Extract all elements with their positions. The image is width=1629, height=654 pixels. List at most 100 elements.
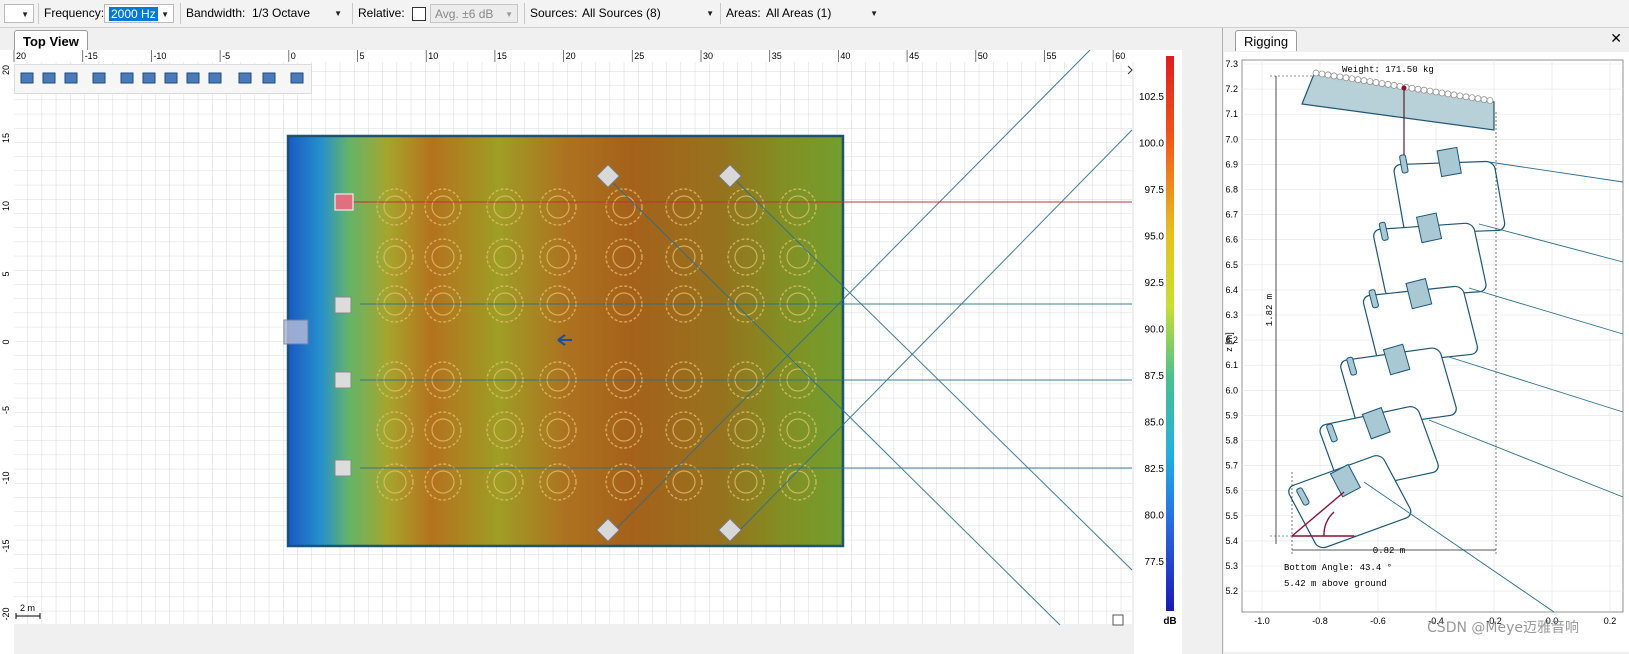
- chain-link: [1420, 86, 1428, 94]
- ruler-x-label: 45: [909, 51, 919, 61]
- z-tick-label: 5.6: [1225, 486, 1238, 496]
- z-tick-label: 7.1: [1225, 109, 1238, 119]
- sector-icon[interactable]: [162, 69, 180, 87]
- sub-source-marker[interactable]: [283, 319, 309, 345]
- sources-dropdown[interactable]: All Sources (8) ▼: [578, 4, 718, 23]
- ruler-x-label: 60: [1115, 51, 1125, 61]
- colorbar: 102.5 100.0 97.5 95.0 92.5 90.0 87.5 85.0 82.5 80…: [1134, 50, 1182, 654]
- ruler-x-label: 0: [291, 51, 296, 61]
- x-tick-label: -1.0: [1254, 616, 1270, 626]
- ruler-y-label: 5: [1, 271, 11, 276]
- tab-rigging[interactable]: Rigging: [1235, 30, 1298, 51]
- top-view-canvas[interactable]: 20 -15 -10 -5 0 5 10 15 20 25 30 35 40 45 50 55 60 20151…: [0, 50, 1182, 654]
- scale-label: 2 m: [20, 603, 35, 613]
- rectangle-icon[interactable]: [118, 69, 136, 87]
- colorbar-label: 97.5: [1145, 185, 1165, 196]
- resize-corner-icon[interactable]: [1112, 614, 1124, 626]
- separator: [180, 3, 181, 24]
- rigging-plot: 7.37.27.17.06.96.86.76.66.56.46.36.26.16…: [1224, 52, 1629, 652]
- chain-link: [1390, 81, 1398, 89]
- zoom-fit-icon[interactable]: [62, 69, 80, 87]
- trapezoid-icon[interactable]: [184, 69, 202, 87]
- close-icon[interactable]: ✕: [1610, 30, 1622, 47]
- source-marker[interactable]: [334, 193, 354, 211]
- colorbar-gradient: [1166, 56, 1174, 611]
- frequency-dropdown[interactable]: 2000 Hz ▼: [104, 4, 174, 23]
- chain-link: [1486, 97, 1494, 104]
- chevron-down-icon: ▼: [161, 10, 169, 19]
- z-tick-label: 6.9: [1225, 159, 1238, 169]
- tab-top-view[interactable]: Top View: [14, 30, 88, 51]
- x-tick-label: 0.2: [1604, 616, 1617, 626]
- areas-dropdown[interactable]: All Areas (1) ▼: [762, 4, 882, 23]
- ruler-x-label: 35: [772, 51, 782, 61]
- ruler-x-label: 30: [703, 51, 713, 61]
- chain-link: [1414, 85, 1422, 93]
- source-marker[interactable]: [334, 296, 352, 314]
- z-tick-label: 7.2: [1225, 84, 1238, 94]
- ruler-x-label: 20: [16, 51, 26, 61]
- chain-link: [1348, 75, 1356, 83]
- ruler-x-label: 5: [360, 51, 365, 61]
- probe-icon[interactable]: [288, 69, 306, 87]
- source-marker[interactable]: [334, 371, 352, 389]
- bandwidth-value: 1/3 Octave: [252, 6, 311, 20]
- chain-link: [1366, 78, 1374, 85]
- ruler-x-label: 20: [566, 51, 576, 61]
- measure-icon[interactable]: [260, 69, 278, 87]
- polygon-icon[interactable]: [206, 69, 224, 87]
- areas-value: All Areas (1): [766, 6, 832, 20]
- relative-checkbox[interactable]: [412, 7, 426, 21]
- avg-range-field: Avg. ±6 dB ▼: [430, 4, 518, 23]
- chevron-down-icon: ▼: [706, 9, 714, 18]
- bandwidth-dropdown[interactable]: 1/3 Octave ▼: [248, 4, 346, 23]
- z-tick-label: 6.8: [1225, 185, 1238, 195]
- width-dim-label: 0.82 m: [1373, 546, 1405, 556]
- select-area-icon[interactable]: [90, 69, 108, 87]
- colorbar-label: 85.0: [1145, 418, 1165, 429]
- ruler-x-label: 50: [978, 51, 988, 61]
- colorbar-label: 100.0: [1139, 139, 1164, 150]
- ruler-x-label: 25: [634, 51, 644, 61]
- relative-label: Relative:: [358, 6, 405, 20]
- frequency-label: Frequency:: [44, 6, 105, 20]
- arc-icon[interactable]: [140, 69, 158, 87]
- z-axis-label: z [m]: [1224, 332, 1234, 352]
- x-tick-label: -0.8: [1312, 616, 1328, 626]
- ruler-y-label: 0: [1, 339, 11, 344]
- chain-link: [1312, 69, 1320, 77]
- colorbar-label: 82.5: [1145, 464, 1165, 475]
- chain-link: [1432, 88, 1440, 96]
- colorbar-unit: dB: [1163, 616, 1176, 627]
- leading-dropdown[interactable]: ▼: [4, 4, 34, 23]
- z-tick-label: 5.2: [1225, 586, 1238, 596]
- chain-link: [1468, 94, 1476, 102]
- zoom-out-icon[interactable]: [40, 69, 58, 87]
- z-tick-label: 6.7: [1225, 210, 1238, 220]
- z-tick-label: 6.0: [1225, 385, 1238, 395]
- colorbar-label: 102.5: [1139, 92, 1164, 103]
- z-tick-label: 6.3: [1225, 310, 1238, 320]
- colorbar-label: 87.5: [1145, 371, 1165, 382]
- ruler-x-label: 40: [840, 51, 850, 61]
- ruler-x-label: 10: [428, 51, 438, 61]
- ruler-x-label: -10: [153, 51, 166, 61]
- chain-link: [1438, 89, 1446, 97]
- chain-link: [1354, 76, 1362, 83]
- chain-link: [1426, 87, 1434, 95]
- ruler-y-label: -10: [1, 471, 11, 484]
- zoom-in-icon[interactable]: [18, 69, 36, 87]
- cabinet-driver: [1436, 146, 1462, 178]
- z-tick-label: 6.6: [1225, 235, 1238, 245]
- curve-icon[interactable]: [236, 69, 254, 87]
- above-ground-text: 5.42 m above ground: [1284, 579, 1387, 589]
- chain-link: [1372, 79, 1380, 86]
- bandwidth-label: Bandwidth:: [186, 6, 246, 20]
- source-marker[interactable]: [334, 459, 352, 477]
- z-tick-label: 5.9: [1225, 410, 1238, 420]
- chain-link: [1480, 96, 1488, 103]
- colorbar-label: 90.0: [1145, 325, 1165, 336]
- chevron-down-icon: ▼: [21, 10, 29, 19]
- colorbar-label: 95.0: [1145, 232, 1165, 243]
- frequency-value: 2000 Hz: [109, 7, 158, 21]
